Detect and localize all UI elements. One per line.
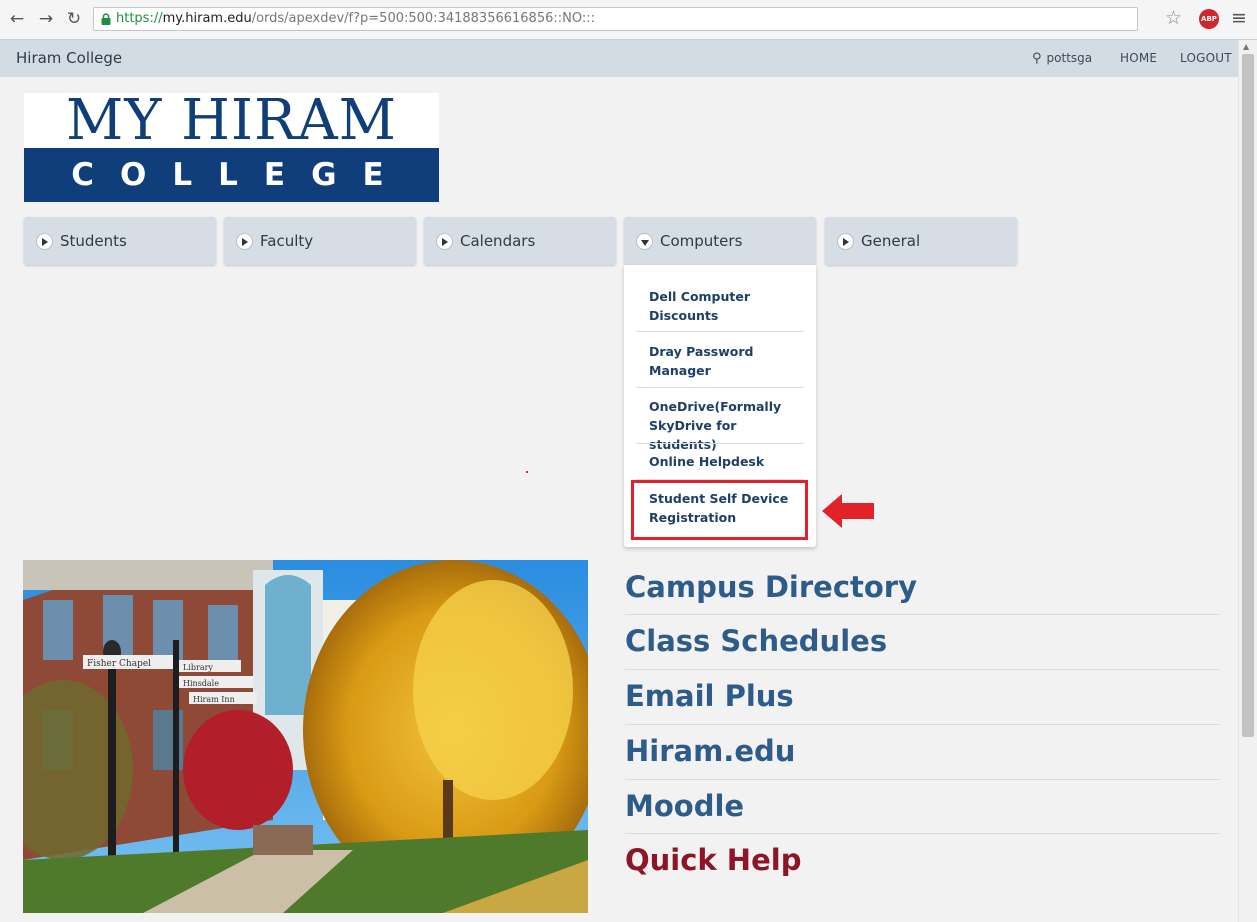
link-quick-help[interactable]: Quick Help — [625, 842, 801, 878]
url-host: my.hiram.edu — [162, 11, 252, 26]
bookmark-star-icon[interactable]: ☆ — [1165, 8, 1182, 28]
adblock-plus-icon[interactable]: ABP — [1199, 9, 1219, 29]
tab-label: Calendars — [460, 232, 536, 250]
tab-label: Computers — [660, 232, 743, 250]
expand-triangle-icon — [236, 233, 253, 250]
sign-hiram-inn: Hiram Inn — [193, 695, 235, 704]
logo-line2: COLLEGE — [24, 148, 439, 202]
username-label: pottsga — [1046, 51, 1093, 65]
link-campus-directory[interactable]: Campus Directory — [625, 569, 917, 605]
tab-label: Students — [60, 232, 127, 250]
sign-library: Library — [183, 663, 213, 672]
tab-general[interactable]: General — [825, 217, 1017, 265]
vertical-scrollbar[interactable]: ▲ — [1238, 40, 1257, 922]
app-header: Hiram College ⚲ pottsga HOME LOGOUT — [0, 40, 1238, 77]
my-hiram-college-logo[interactable]: MY HIRAM COLLEGE — [24, 93, 439, 202]
stray-dot — [526, 471, 528, 473]
link-divider — [625, 614, 1219, 615]
link-email-plus[interactable]: Email Plus — [625, 678, 794, 714]
url-scheme: https:// — [116, 11, 163, 26]
sign-hinsdale: Hinsdale — [183, 679, 219, 688]
browser-menu-icon[interactable]: ≡ — [1231, 8, 1247, 28]
menu-item-onedrive[interactable]: OneDrive(Formally SkyDrive for students) — [636, 397, 804, 454]
user-menu[interactable]: ⚲ pottsga — [1032, 51, 1092, 66]
tab-label: Faculty — [260, 232, 314, 250]
browser-toolbar: ← → ↻ https://my.hiram.edu/ords/apexdev/… — [0, 0, 1257, 40]
home-link[interactable]: HOME — [1120, 51, 1157, 65]
scroll-up-icon[interactable]: ▲ — [1243, 42, 1249, 51]
tab-computers[interactable]: Computers — [624, 217, 816, 265]
reload-icon[interactable]: ↻ — [64, 9, 84, 29]
expand-triangle-icon — [436, 233, 453, 250]
lock-icon — [101, 13, 111, 25]
scrollbar-thumb[interactable] — [1242, 54, 1254, 737]
url-path: /ords/apexdev/f?p=500:500:34188356616856… — [251, 11, 595, 26]
collapse-triangle-icon — [636, 233, 653, 250]
menu-item-online-helpdesk[interactable]: Online Helpdesk — [636, 452, 804, 471]
back-arrow-icon[interactable]: ← — [7, 9, 27, 29]
sign-fisher-chapel: Fisher Chapel — [87, 659, 151, 669]
link-divider — [625, 833, 1219, 834]
link-divider — [625, 724, 1219, 725]
annotation-arrow-icon — [822, 494, 874, 528]
link-hiram-edu[interactable]: Hiram.edu — [625, 733, 795, 769]
logo-line1: MY HIRAM — [24, 93, 439, 149]
menu-item-dray-password-manager[interactable]: Dray Password Manager — [636, 342, 804, 380]
address-bar[interactable]: https://my.hiram.edu/ords/apexdev/f?p=50… — [93, 7, 1138, 31]
link-divider — [625, 669, 1219, 670]
tab-calendars[interactable]: Calendars — [424, 217, 616, 265]
link-moodle[interactable]: Moodle — [625, 788, 744, 824]
forward-arrow-icon[interactable]: → — [36, 9, 56, 29]
link-class-schedules[interactable]: Class Schedules — [625, 623, 887, 659]
tab-students[interactable]: Students — [24, 217, 216, 265]
logout-link[interactable]: LOGOUT — [1180, 51, 1232, 65]
menu-divider — [636, 443, 804, 444]
menu-divider — [636, 387, 804, 388]
url-text: https://my.hiram.edu/ords/apexdev/f?p=50… — [116, 8, 595, 30]
app-brand[interactable]: Hiram College — [16, 49, 122, 67]
menu-item-dell-computer-discounts[interactable]: Dell Computer Discounts — [636, 287, 804, 325]
link-divider — [625, 779, 1219, 780]
annotation-highlight-box — [631, 480, 808, 540]
campus-photo: Fisher Chapel Library Hinsdale Hiram Inn — [23, 560, 588, 913]
tab-faculty[interactable]: Faculty — [224, 217, 416, 265]
expand-triangle-icon — [36, 233, 53, 250]
menu-divider — [636, 331, 804, 332]
user-icon: ⚲ — [1032, 51, 1042, 66]
tab-label: General — [861, 232, 921, 250]
expand-triangle-icon — [837, 233, 854, 250]
